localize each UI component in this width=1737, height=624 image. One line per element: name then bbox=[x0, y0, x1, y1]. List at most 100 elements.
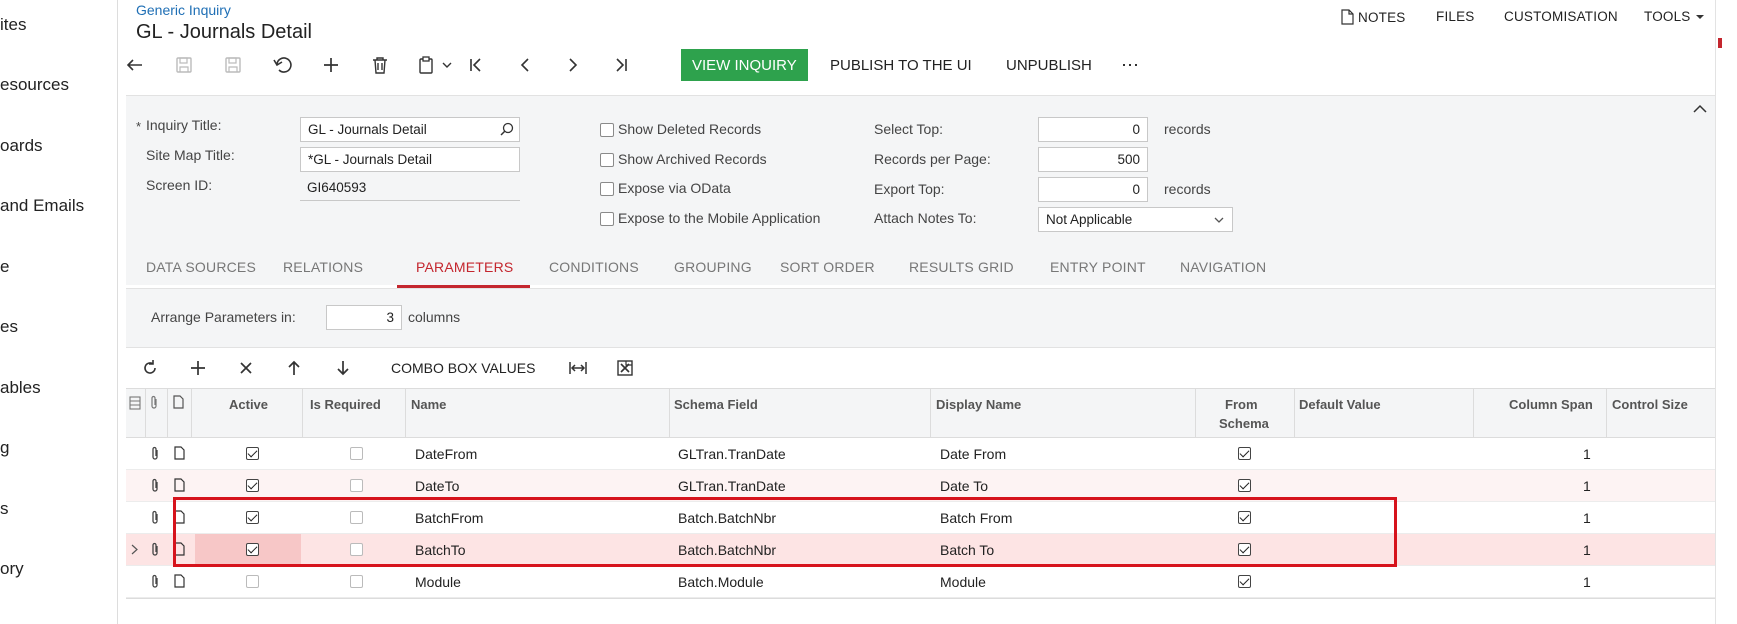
col-header-default-value[interactable]: Default Value bbox=[1299, 397, 1381, 412]
sidebar-item-es[interactable]: es bbox=[0, 317, 18, 337]
breadcrumb[interactable]: Generic Inquiry bbox=[136, 2, 231, 18]
collapse-icon[interactable] bbox=[1693, 104, 1707, 113]
sidebar-item-favorites[interactable]: ites bbox=[0, 15, 26, 35]
select-top-input[interactable]: 0 bbox=[1038, 117, 1148, 142]
note-icon[interactable] bbox=[174, 446, 185, 460]
row-selector-icon[interactable] bbox=[129, 396, 141, 410]
table-row-selected[interactable]: BatchTo Batch.BatchNbr Batch To 1 bbox=[126, 534, 1715, 566]
cell-column-span[interactable]: 1 bbox=[1583, 542, 1591, 558]
arrange-columns-input[interactable]: 3 bbox=[326, 305, 402, 330]
note-icon[interactable] bbox=[174, 510, 185, 524]
col-header-display-name[interactable]: Display Name bbox=[936, 397, 1021, 412]
cell-schema-field[interactable]: Batch.BatchNbr bbox=[678, 542, 776, 558]
cell-name[interactable]: DateFrom bbox=[415, 446, 477, 462]
table-row[interactable]: DateFrom GLTran.TranDate Date From 1 bbox=[126, 438, 1715, 470]
tab-results-grid[interactable]: RESULTS GRID bbox=[909, 259, 1014, 275]
tab-entry-point[interactable]: ENTRY POINT bbox=[1050, 259, 1146, 275]
show-deleted-checkbox[interactable] bbox=[600, 123, 614, 137]
is-required-checkbox[interactable] bbox=[350, 575, 363, 588]
records-per-page-input[interactable]: 500 bbox=[1038, 147, 1148, 172]
sidebar-item-resources[interactable]: esources bbox=[0, 75, 69, 95]
cell-column-span[interactable]: 1 bbox=[1583, 446, 1591, 462]
move-down-button[interactable] bbox=[330, 355, 356, 381]
from-schema-checkbox[interactable] bbox=[1238, 543, 1251, 556]
attachment-icon[interactable] bbox=[150, 574, 160, 589]
export-top-input[interactable]: 0 bbox=[1038, 177, 1148, 202]
show-archived-checkbox[interactable] bbox=[600, 153, 614, 167]
cell-schema-field[interactable]: GLTran.TranDate bbox=[678, 446, 786, 462]
from-schema-checkbox[interactable] bbox=[1238, 575, 1251, 588]
combo-box-values-button[interactable]: COMBO BOX VALUES bbox=[391, 352, 535, 384]
col-header-from-schema-line1[interactable]: From bbox=[1225, 397, 1258, 412]
cell-display-name[interactable]: Date To bbox=[940, 478, 988, 494]
cell-name[interactable]: BatchTo bbox=[415, 542, 466, 558]
previous-record-button[interactable] bbox=[512, 52, 538, 78]
attach-notes-select[interactable]: Not Applicable bbox=[1038, 207, 1233, 232]
cell-column-span[interactable]: 1 bbox=[1583, 478, 1591, 494]
active-checkbox[interactable] bbox=[246, 479, 259, 492]
from-schema-checkbox[interactable] bbox=[1238, 479, 1251, 492]
first-record-button[interactable] bbox=[463, 52, 489, 78]
active-checkbox[interactable] bbox=[246, 447, 259, 460]
col-header-column-span[interactable]: Column Span bbox=[1509, 397, 1593, 412]
tab-parameters[interactable]: PARAMETERS bbox=[416, 259, 513, 275]
from-schema-checkbox[interactable] bbox=[1238, 447, 1251, 460]
table-row[interactable]: Module Batch.Module Module 1 bbox=[126, 566, 1715, 598]
unpublish-button[interactable]: UNPUBLISH bbox=[1006, 49, 1092, 81]
is-required-checkbox[interactable] bbox=[350, 511, 363, 524]
undo-button[interactable] bbox=[269, 52, 295, 78]
cell-column-span[interactable]: 1 bbox=[1583, 574, 1591, 590]
site-map-title-input[interactable]: *GL - Journals Detail bbox=[300, 147, 520, 172]
sidebar-item-history[interactable]: ory bbox=[0, 559, 24, 579]
more-menu-button[interactable]: ⋯ bbox=[1121, 49, 1139, 81]
tools-menu[interactable]: TOOLS bbox=[1644, 9, 1705, 24]
table-row[interactable]: DateTo GLTran.TranDate Date To 1 bbox=[126, 470, 1715, 502]
view-inquiry-button[interactable]: VIEW INQUIRY bbox=[681, 49, 808, 81]
active-checkbox[interactable] bbox=[246, 543, 259, 556]
sidebar-item-emails[interactable]: and Emails bbox=[0, 196, 84, 216]
tab-conditions[interactable]: CONDITIONS bbox=[549, 259, 639, 275]
cell-display-name[interactable]: Batch From bbox=[940, 510, 1012, 526]
expose-odata-checkbox[interactable] bbox=[600, 182, 614, 196]
sidebar-item-tables[interactable]: ables bbox=[0, 378, 41, 398]
attachment-icon[interactable] bbox=[150, 478, 160, 493]
sidebar-item-e[interactable]: e bbox=[0, 257, 9, 277]
notes-button[interactable]: NOTES bbox=[1341, 9, 1406, 25]
tab-sort-order[interactable]: SORT ORDER bbox=[780, 259, 875, 275]
col-header-is-required[interactable]: Is Required bbox=[310, 397, 381, 412]
attachment-icon[interactable] bbox=[150, 446, 160, 461]
add-row-button[interactable] bbox=[185, 355, 211, 381]
table-row[interactable]: BatchFrom Batch.BatchNbr Batch From 1 bbox=[126, 502, 1715, 534]
refresh-button[interactable] bbox=[137, 355, 163, 381]
col-header-schema-field[interactable]: Schema Field bbox=[674, 397, 758, 412]
cell-display-name[interactable]: Batch To bbox=[940, 542, 994, 558]
last-record-button[interactable] bbox=[608, 52, 634, 78]
customisation-button[interactable]: CUSTOMISATION bbox=[1504, 9, 1618, 24]
save-close-button[interactable] bbox=[171, 52, 197, 78]
delete-button[interactable] bbox=[367, 52, 393, 78]
col-header-from-schema-line2[interactable]: Schema bbox=[1219, 416, 1269, 431]
sidebar-item-dashboards[interactable]: oards bbox=[0, 136, 43, 156]
cell-column-span[interactable]: 1 bbox=[1583, 510, 1591, 526]
col-header-active[interactable]: Active bbox=[229, 397, 268, 412]
is-required-checkbox[interactable] bbox=[350, 447, 363, 460]
cell-display-name[interactable]: Module bbox=[940, 574, 986, 590]
next-record-button[interactable] bbox=[560, 52, 586, 78]
cell-schema-field[interactable]: GLTran.TranDate bbox=[678, 478, 786, 494]
delete-row-button[interactable] bbox=[233, 355, 259, 381]
cell-display-name[interactable]: Date From bbox=[940, 446, 1006, 462]
search-icon[interactable] bbox=[500, 122, 514, 136]
clipboard-menu-button[interactable] bbox=[414, 52, 456, 78]
tab-grouping[interactable]: GROUPING bbox=[674, 259, 752, 275]
note-icon[interactable] bbox=[174, 478, 185, 492]
cell-name[interactable]: BatchFrom bbox=[415, 510, 483, 526]
col-header-control-size[interactable]: Control Size bbox=[1612, 397, 1688, 412]
note-icon[interactable] bbox=[174, 574, 185, 588]
cell-name[interactable]: Module bbox=[415, 574, 461, 590]
fit-columns-button[interactable] bbox=[565, 355, 591, 381]
move-up-button[interactable] bbox=[281, 355, 307, 381]
sidebar-item-s[interactable]: s bbox=[0, 499, 9, 519]
sidebar-item-g[interactable]: g bbox=[0, 438, 9, 458]
publish-to-ui-button[interactable]: PUBLISH TO THE UI bbox=[830, 49, 972, 81]
cell-name[interactable]: DateTo bbox=[415, 478, 459, 494]
